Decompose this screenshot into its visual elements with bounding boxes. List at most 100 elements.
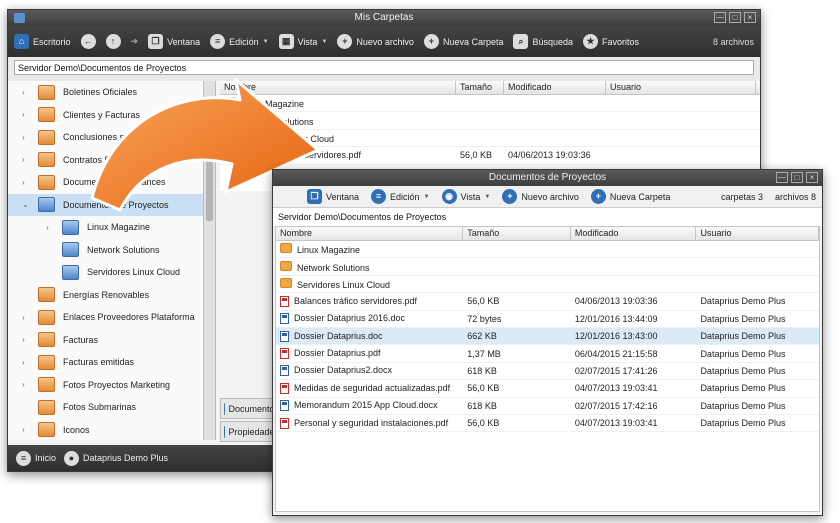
nueva-carpeta-button[interactable]: + Nueva Carpeta (590, 189, 670, 204)
chevron-right-icon[interactable]: › (22, 110, 30, 119)
tree-item[interactable]: Servidores Linux Cloud (8, 261, 215, 284)
app-icon (14, 13, 25, 23)
column-header[interactable]: Modificado (571, 227, 697, 240)
file-name: Linux Magazine (297, 245, 361, 256)
edicion-button[interactable]: ≡ Edición ▼ (371, 189, 430, 204)
column-header[interactable]: Nombre (276, 227, 464, 240)
inicio-button[interactable]: ≡ Inicio (16, 450, 56, 466)
ventana-button[interactable]: ❐ Ventana (307, 189, 359, 204)
tree-item[interactable]: › Fotos Proyectos Marketing (8, 374, 215, 397)
table-row[interactable]: Balances tráfico servidores.pdf 56,0 KB 04… (276, 293, 819, 311)
vista-button[interactable]: ◉ Vista ▼ (441, 189, 490, 204)
table-row[interactable]: Servidores Linux Cloud (220, 130, 760, 148)
file-size: 662 KB (467, 331, 497, 342)
pdf-file-icon (280, 295, 289, 307)
table-row[interactable]: Balances tráfico servidores.pdf 56,0 KB 04… (220, 147, 760, 165)
tree-item[interactable]: › Iconos (8, 419, 215, 441)
tree-scroll-thumb[interactable] (206, 101, 213, 221)
table-row[interactable]: Medidas de seguridad actualizadas.pdf 56,… (276, 380, 819, 398)
table-row[interactable]: Network Solutions (276, 258, 819, 276)
tree-item[interactable]: › Conclusiones seminario (8, 126, 215, 149)
tree-item[interactable]: ⌄ Documentos de Proyectos (8, 193, 215, 216)
front-path-input[interactable] (275, 209, 820, 224)
chevron-down-icon[interactable]: ⌄ (22, 200, 30, 209)
folder-icon (38, 129, 55, 145)
tree-item-label: Iconos (63, 424, 90, 435)
chevron-right-icon[interactable]: › (22, 155, 30, 164)
column-header[interactable]: Nombre (220, 81, 456, 94)
file-size: 72 bytes (467, 313, 502, 324)
table-row[interactable]: Linux Magazine (276, 241, 819, 259)
chevron-right-icon[interactable]: › (46, 223, 54, 232)
tree-item[interactable]: Fotos Submarinas (8, 396, 215, 419)
favoritos-label: Favoritos (602, 36, 640, 47)
tree-item[interactable]: › Facturas (8, 329, 215, 352)
column-header[interactable]: Modificado (504, 81, 606, 94)
table-row[interactable]: Dossier Dataprius.doc 662 KB 12/01/2016 13… (276, 327, 819, 346)
minimize-icon[interactable]: — (714, 12, 726, 23)
table-row[interactable]: Dossier Dataprius 2016.doc 72 bytes 12/01/… (276, 311, 819, 328)
chevron-right-icon[interactable]: › (22, 313, 30, 322)
tree-item[interactable]: › Boletines Oficiales (8, 81, 215, 104)
column-header[interactable]: Usuario (696, 227, 819, 240)
minimize-icon[interactable]: — (776, 172, 788, 183)
side-panel-propiedades[interactable]: Propiedades (220, 421, 280, 442)
tree-item[interactable]: › Contratos Firmados 2016 (8, 149, 215, 172)
tree-item[interactable]: › Linux Magazine (8, 216, 215, 239)
chevron-right-icon[interactable]: › (22, 358, 30, 367)
busqueda-button[interactable]: ⌕ Búsqueda (513, 34, 573, 49)
file-size: 1,37 MB (467, 348, 501, 359)
nuevo-archivo-button[interactable]: + Nuevo archivo (502, 189, 579, 204)
column-header[interactable]: Tamaño (456, 81, 504, 94)
chevron-right-icon[interactable]: › (22, 133, 30, 142)
side-panel-documentos[interactable]: Documentos (220, 398, 280, 419)
column-header[interactable]: Tamaño (463, 227, 571, 240)
column-header[interactable]: Usuario (606, 81, 756, 94)
nuevo-archivo-button[interactable]: + Nuevo archivo (337, 34, 414, 49)
pdf-file-icon (280, 417, 289, 429)
table-row[interactable]: Network Solutions (220, 112, 760, 130)
escritorio-button[interactable]: ⌂ Escritorio (14, 34, 71, 49)
close-icon[interactable]: × (806, 172, 818, 183)
maximize-icon[interactable]: □ (791, 172, 803, 183)
table-row[interactable]: Servidores Linux Cloud (276, 276, 819, 294)
edicion-button[interactable]: ≡ Edición ▼ (210, 34, 269, 49)
table-row[interactable]: Memorandum 2015 App Cloud.docx 618 KB 02/0… (276, 398, 819, 415)
nueva-carpeta-button[interactable]: + Nueva Carpeta (423, 34, 503, 49)
table-row[interactable]: Dossier Dataprius.pdf 1,37 MB 06/04/2015 2… (276, 345, 819, 363)
ventana-button[interactable]: ❐ Ventana (148, 34, 200, 49)
tree-item-label: Facturas emitidas (63, 357, 135, 368)
back-button[interactable]: ← (80, 34, 96, 49)
chevron-right-icon[interactable]: › (22, 380, 30, 389)
chevron-right-icon[interactable]: › (22, 335, 30, 344)
chevron-right-icon[interactable]: › (22, 178, 30, 187)
menu-icon: ≡ (210, 34, 226, 49)
tree-item[interactable]: › Clientes y Facturas (8, 104, 215, 127)
up-button[interactable]: ↑ (105, 34, 121, 49)
tree-item[interactable]: › Enlaces Proveedores Plataforma (8, 306, 215, 329)
table-row[interactable]: Linux Magazine (220, 95, 760, 113)
folder-tree: › Boletines Oficiales › Clientes y Facturas… (8, 81, 216, 440)
tree-item[interactable]: › Facturas emitidas (8, 351, 215, 374)
vista-button[interactable]: ▦ Vista ▼ (278, 34, 327, 49)
chevron-right-icon[interactable]: › (22, 425, 30, 434)
table-row[interactable]: Dossier Dataprius2.docx 618 KB 02/07/2015 … (276, 363, 819, 381)
file-size: 618 KB (467, 400, 497, 411)
tree-item[interactable]: › Documentos de Balances (8, 171, 215, 194)
folder-count: carpetas 3 (720, 191, 763, 202)
table-row[interactable]: Personal y seguridad instalaciones.pdf 56… (276, 415, 819, 433)
close-icon[interactable]: × (744, 12, 756, 23)
maximize-icon[interactable]: □ (729, 12, 741, 23)
front-window-titlebar[interactable]: Documentos de Proyectos — □ × (273, 170, 822, 186)
folder-icon (38, 84, 55, 100)
tree-scrollbar[interactable] (203, 81, 215, 440)
ventana-label: Ventana (167, 36, 201, 47)
back-path-input[interactable] (14, 60, 754, 75)
forward-button[interactable]: ➜ (131, 36, 139, 47)
favoritos-button[interactable]: ★ Favoritos (583, 34, 639, 49)
tree-item[interactable]: Energías Renovables (8, 284, 215, 307)
user-button[interactable]: ● Dataprius Demo Plus (64, 450, 168, 466)
tree-item[interactable]: Network Solutions (8, 239, 215, 262)
chevron-right-icon[interactable]: › (22, 88, 30, 97)
back-window-titlebar[interactable]: Mis Carpetas — □ × (8, 10, 760, 26)
